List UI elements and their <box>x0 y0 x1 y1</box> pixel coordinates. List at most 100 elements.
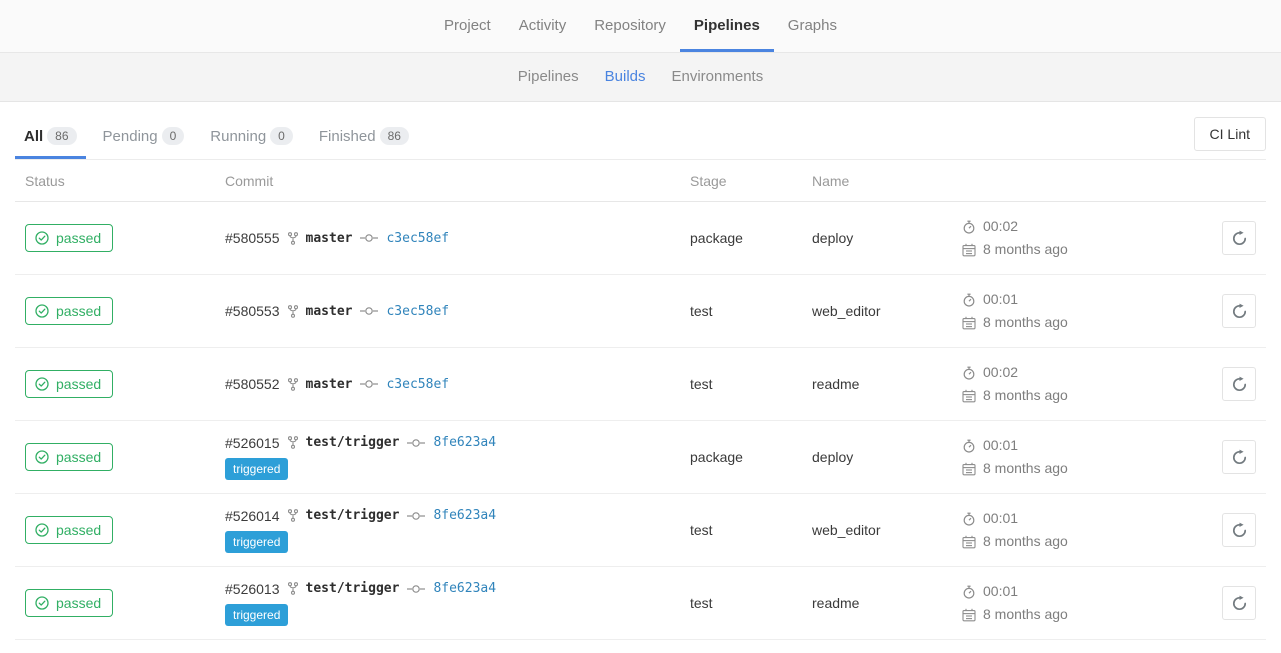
branch-link[interactable]: master <box>306 304 353 319</box>
header-stage: Stage <box>680 160 802 201</box>
stage-value: package <box>690 449 743 465</box>
build-duration: 00:01 <box>983 288 1018 311</box>
commit-icon <box>360 306 378 316</box>
build-duration: 00:02 <box>983 215 1018 238</box>
retry-icon <box>1231 230 1248 247</box>
build-name-link[interactable]: web_editor <box>812 303 881 319</box>
sub-navigation: Pipelines Builds Environments <box>0 53 1281 102</box>
retry-build-button[interactable] <box>1222 367 1256 401</box>
build-id-link[interactable]: #526015 <box>225 435 280 451</box>
tab-running-count: 0 <box>270 127 293 145</box>
calendar-icon <box>962 535 976 549</box>
retry-build-button[interactable] <box>1222 440 1256 474</box>
build-id-link[interactable]: #580552 <box>225 376 280 392</box>
build-row: passed #526014 test/trigger 8fe623a4 tri… <box>15 494 1266 567</box>
sub-nav-builds[interactable]: Builds <box>592 53 659 101</box>
build-row: passed #580555 master c3ec58ef package d… <box>15 202 1266 275</box>
build-age: 8 months ago <box>983 457 1068 480</box>
retry-icon <box>1231 595 1248 612</box>
build-status-badge[interactable]: passed <box>25 297 113 325</box>
calendar-icon <box>962 462 976 476</box>
build-row: passed #526013 test/trigger 8fe623a4 tri… <box>15 567 1266 640</box>
tab-finished[interactable]: Finished86 <box>310 112 418 159</box>
branch-link[interactable]: master <box>306 231 353 246</box>
build-id-link[interactable]: #580555 <box>225 230 280 246</box>
commit-sha-link[interactable]: c3ec58ef <box>386 377 449 392</box>
branch-icon <box>288 305 298 318</box>
retry-build-button[interactable] <box>1222 294 1256 328</box>
commit-icon <box>360 233 378 243</box>
sub-nav-environments[interactable]: Environments <box>659 53 777 101</box>
build-age: 8 months ago <box>983 238 1068 261</box>
commit-sha-link[interactable]: 8fe623a4 <box>433 508 496 523</box>
branch-icon <box>288 582 298 595</box>
build-id-link[interactable]: #526013 <box>225 581 280 597</box>
tab-pending[interactable]: Pending0 <box>94 112 194 159</box>
tab-running[interactable]: Running0 <box>201 112 302 159</box>
build-name-link[interactable]: web_editor <box>812 522 881 538</box>
retry-build-button[interactable] <box>1222 586 1256 620</box>
commit-sha-link[interactable]: 8fe623a4 <box>433 581 496 596</box>
tab-pending-label: Pending <box>103 128 158 145</box>
build-duration: 00:02 <box>983 361 1018 384</box>
triggered-label: triggered <box>225 604 288 626</box>
build-status-label: passed <box>56 449 101 465</box>
tab-finished-count: 86 <box>380 127 409 145</box>
build-status-badge[interactable]: passed <box>25 589 113 617</box>
top-nav-pipelines[interactable]: Pipelines <box>680 0 774 52</box>
header-commit: Commit <box>215 160 680 201</box>
top-nav-graphs[interactable]: Graphs <box>774 0 851 52</box>
retry-icon <box>1231 303 1248 320</box>
build-name-link[interactable]: readme <box>812 376 859 392</box>
build-status-badge[interactable]: passed <box>25 516 113 544</box>
build-age: 8 months ago <box>983 530 1068 553</box>
stopwatch-icon <box>962 512 976 526</box>
stopwatch-icon <box>962 366 976 380</box>
build-name-link[interactable]: deploy <box>812 449 853 465</box>
header-status: Status <box>15 160 215 201</box>
build-id-link[interactable]: #580553 <box>225 303 280 319</box>
commit-sha-link[interactable]: c3ec58ef <box>386 304 449 319</box>
build-status-badge[interactable]: passed <box>25 370 113 398</box>
ci-lint-button[interactable]: CI Lint <box>1194 117 1266 151</box>
branch-link[interactable]: test/trigger <box>306 508 400 523</box>
build-duration: 00:01 <box>983 434 1018 457</box>
retry-build-button[interactable] <box>1222 221 1256 255</box>
top-navigation: Project Activity Repository Pipelines Gr… <box>0 0 1281 53</box>
build-row: passed #580553 master c3ec58ef test web_… <box>15 275 1266 348</box>
build-duration: 00:01 <box>983 507 1018 530</box>
tab-all[interactable]: All86 <box>15 112 86 159</box>
build-status-badge[interactable]: passed <box>25 224 113 252</box>
top-nav-activity[interactable]: Activity <box>505 0 581 52</box>
commit-sha-link[interactable]: c3ec58ef <box>386 231 449 246</box>
build-status-label: passed <box>56 595 101 611</box>
build-id-link[interactable]: #526014 <box>225 508 280 524</box>
branch-icon <box>288 509 298 522</box>
top-nav-project[interactable]: Project <box>430 0 505 52</box>
build-name-link[interactable]: deploy <box>812 230 853 246</box>
check-circle-icon <box>35 377 49 391</box>
branch-link[interactable]: test/trigger <box>306 435 400 450</box>
branch-icon <box>288 378 298 391</box>
top-nav-repository[interactable]: Repository <box>580 0 680 52</box>
tab-finished-label: Finished <box>319 128 376 145</box>
retry-build-button[interactable] <box>1222 513 1256 547</box>
build-name-link[interactable]: readme <box>812 595 859 611</box>
sub-nav-pipelines[interactable]: Pipelines <box>505 53 592 101</box>
tab-all-label: All <box>24 128 43 145</box>
stopwatch-icon <box>962 220 976 234</box>
build-status-badge[interactable]: passed <box>25 443 113 471</box>
commit-icon <box>407 438 425 448</box>
header-name: Name <box>802 160 952 201</box>
stopwatch-icon <box>962 293 976 307</box>
branch-link[interactable]: test/trigger <box>306 581 400 596</box>
branch-icon <box>288 436 298 449</box>
calendar-icon <box>962 243 976 257</box>
build-status-label: passed <box>56 303 101 319</box>
commit-sha-link[interactable]: 8fe623a4 <box>433 435 496 450</box>
branch-link[interactable]: master <box>306 377 353 392</box>
retry-icon <box>1231 522 1248 539</box>
branch-icon <box>288 232 298 245</box>
stage-value: test <box>690 303 713 319</box>
triggered-label: triggered <box>225 458 288 480</box>
